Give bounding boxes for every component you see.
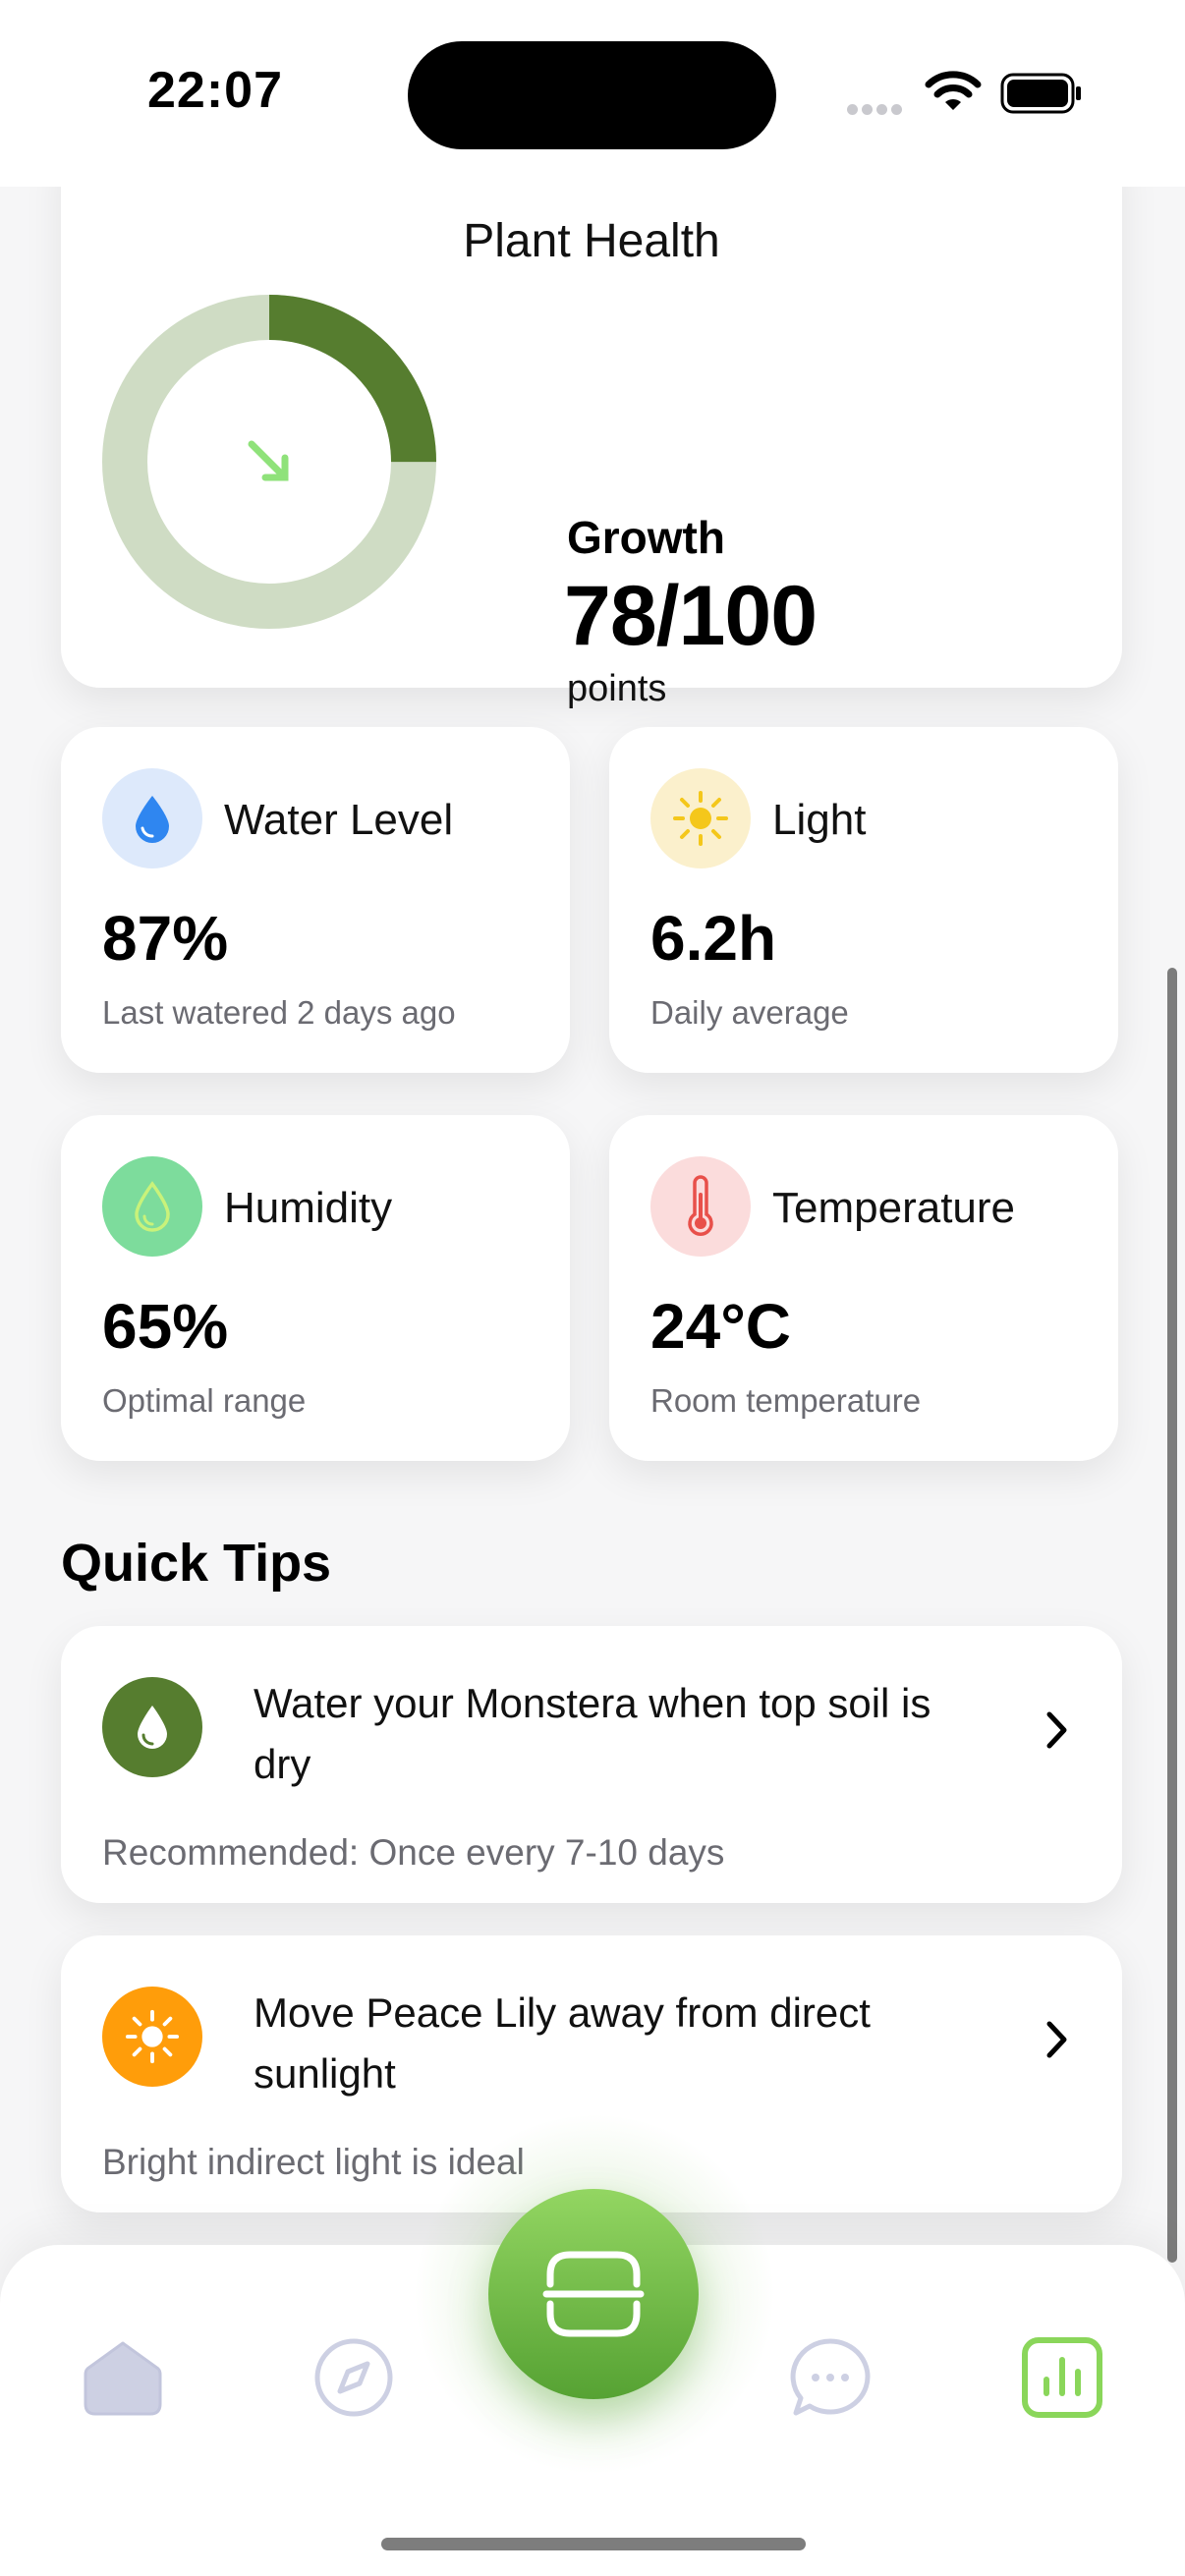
- cellular-signal-icon: [847, 102, 906, 120]
- tip-card-watering[interactable]: Water your Monstera when top soil is dry…: [61, 1626, 1122, 1903]
- stat-title: Water Level: [224, 796, 454, 844]
- tip-title: Water your Monstera when top soil is dry: [254, 1680, 931, 1787]
- tab-chat[interactable]: [776, 2324, 884, 2432]
- water-drop-icon: [102, 1677, 202, 1777]
- growth-label: Growth: [567, 512, 725, 563]
- temperature-card[interactable]: Temperature 24°C Room temperature: [609, 1115, 1118, 1461]
- battery-icon: [1000, 73, 1081, 114]
- stat-title: Temperature: [772, 1184, 1016, 1232]
- stat-subtitle: Last watered 2 days ago: [102, 994, 456, 1031]
- home-icon: [84, 2341, 162, 2416]
- stat-title: Light: [772, 796, 867, 844]
- scan-icon: [542, 2251, 645, 2337]
- plant-health-title: Plant Health: [463, 215, 720, 267]
- water-level-card[interactable]: Water Level 87% Last watered 2 days ago: [61, 727, 570, 1073]
- growth-unit: points: [567, 668, 667, 709]
- growth-donut-chart: [102, 295, 436, 629]
- thermometer-icon: [650, 1156, 751, 1257]
- light-card[interactable]: Light 6.2h Daily average: [609, 727, 1118, 1073]
- stat-value: 24°C: [650, 1291, 791, 1362]
- chevron-right-icon: [1046, 2021, 1067, 2058]
- sun-icon: [102, 1987, 202, 2087]
- sun-icon: [650, 768, 751, 868]
- home-indicator: [381, 2538, 806, 2550]
- humidity-card[interactable]: Humidity 65% Optimal range: [61, 1115, 570, 1461]
- scrollbar[interactable]: [1167, 968, 1177, 2263]
- stats-icon: [1022, 2337, 1102, 2418]
- stat-subtitle: Room temperature: [650, 1382, 922, 1419]
- compass-icon: [314, 2338, 393, 2417]
- humidity-drop-icon: [102, 1156, 202, 1257]
- stat-subtitle: Optimal range: [102, 1382, 307, 1419]
- stat-value: 87%: [102, 903, 229, 974]
- tab-stats[interactable]: [1008, 2324, 1116, 2432]
- quick-tips-heading: Quick Tips: [61, 1534, 332, 1593]
- scan-button[interactable]: [488, 2189, 699, 2399]
- chat-icon: [790, 2338, 871, 2416]
- status-bar: 22:07: [0, 0, 1185, 187]
- stat-value: 6.2h: [650, 903, 777, 974]
- stat-value: 65%: [102, 1291, 229, 1362]
- dynamic-island: [408, 41, 776, 149]
- growth-score: 78/100: [564, 569, 818, 663]
- tip-subtitle: Recommended: Once every 7-10 days: [102, 1832, 725, 1873]
- chevron-right-icon: [1046, 1711, 1067, 1749]
- trend-down-arrow-icon: [248, 440, 289, 481]
- tab-home[interactable]: [69, 2324, 177, 2432]
- status-time: 22:07: [147, 62, 283, 119]
- tab-explore[interactable]: [300, 2324, 408, 2432]
- wifi-icon: [925, 71, 982, 110]
- tip-title: Move Peace Lily away from direct sunligh…: [254, 1989, 871, 2097]
- water-drop-icon: [102, 768, 202, 868]
- stat-title: Humidity: [224, 1184, 393, 1232]
- stat-subtitle: Daily average: [650, 994, 849, 1031]
